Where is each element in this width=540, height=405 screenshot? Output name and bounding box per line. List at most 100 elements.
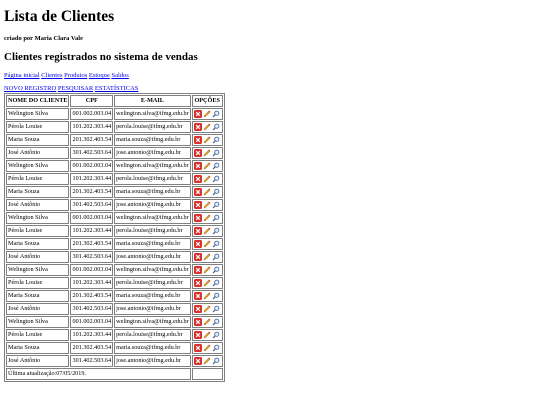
table-header-row: NOME DO CLIENTE CPF E-MAIL OPÇÕES xyxy=(6,95,223,107)
search-magnifier-icon[interactable] xyxy=(212,201,220,209)
cell-options xyxy=(191,238,223,250)
delete-icon[interactable] xyxy=(193,343,202,352)
cell-cpf: 101.202.303.44 xyxy=(70,225,114,237)
delete-icon[interactable] xyxy=(193,356,202,365)
search-magnifier-icon[interactable] xyxy=(212,149,220,157)
edit-pencil-icon[interactable] xyxy=(203,110,211,118)
edit-pencil-icon[interactable] xyxy=(203,175,211,183)
search-magnifier-icon[interactable] xyxy=(212,279,220,287)
edit-pencil-icon[interactable] xyxy=(203,344,211,352)
cell-options xyxy=(191,212,223,224)
search-magnifier-icon[interactable] xyxy=(212,266,220,274)
search-magnifier-icon[interactable] xyxy=(212,123,220,131)
cell-email: perola.louise@ifmg.edu.br xyxy=(114,225,191,237)
search-magnifier-icon[interactable] xyxy=(212,292,220,300)
delete-icon[interactable] xyxy=(193,148,202,157)
edit-pencil-icon[interactable] xyxy=(203,214,211,222)
delete-icon[interactable] xyxy=(193,213,202,222)
delete-icon[interactable] xyxy=(193,122,202,131)
nav-link-clients[interactable]: Clientes xyxy=(41,72,62,79)
cell-options xyxy=(191,108,223,120)
search-magnifier-icon[interactable] xyxy=(212,175,220,183)
clients-table: NOME DO CLIENTE CPF E-MAIL OPÇÕES Weling… xyxy=(4,93,225,382)
search-magnifier-icon[interactable] xyxy=(212,318,220,326)
cell-name: Pérola Louise xyxy=(6,277,70,289)
table-row: Maria Souza 201.302.403.54 maria.souza@ifm… xyxy=(6,238,223,250)
table-row: Welington Silva 001.002.003.04 welington.s… xyxy=(6,108,223,120)
cell-email: maria.souza@ifmg.edu.br xyxy=(114,238,191,250)
cell-name: Maria Souza xyxy=(6,290,70,302)
edit-pencil-icon[interactable] xyxy=(203,279,211,287)
search-magnifier-icon[interactable] xyxy=(212,344,220,352)
cell-cpf: 101.202.303.44 xyxy=(70,329,114,341)
cell-name: Pérola Louise xyxy=(6,329,70,341)
search-magnifier-icon[interactable] xyxy=(212,188,220,196)
header-cpf: CPF xyxy=(70,95,114,107)
edit-pencil-icon[interactable] xyxy=(203,253,211,261)
delete-icon[interactable] xyxy=(193,135,202,144)
edit-pencil-icon[interactable] xyxy=(203,123,211,131)
edit-pencil-icon[interactable] xyxy=(203,266,211,274)
cell-email: maria.souza@ifmg.edu.br xyxy=(114,186,191,198)
header-name: NOME DO CLIENTE xyxy=(6,95,70,107)
search-magnifier-icon[interactable] xyxy=(212,305,220,313)
edit-pencil-icon[interactable] xyxy=(203,240,211,248)
edit-pencil-icon[interactable] xyxy=(203,318,211,326)
search-magnifier-icon[interactable] xyxy=(212,357,220,365)
cell-cpf: 201.302.403.54 xyxy=(70,342,114,354)
delete-icon[interactable] xyxy=(193,265,202,274)
search-magnifier-icon[interactable] xyxy=(212,253,220,261)
cell-email: welington.silva@ifmg.edu.br xyxy=(114,108,191,120)
edit-pencil-icon[interactable] xyxy=(203,149,211,157)
delete-icon[interactable] xyxy=(193,200,202,209)
cell-name: Maria Souza xyxy=(6,134,70,146)
search-magnifier-icon[interactable] xyxy=(212,214,220,222)
table-row: José Antônio 301.402.503.64 jose.antonio@i… xyxy=(6,199,223,211)
nav-link-products[interactable]: Produtos xyxy=(64,72,87,79)
cell-email: maria.souza@ifmg.edu.br xyxy=(114,134,191,146)
search-link[interactable]: PESQUISAR xyxy=(58,85,93,92)
nav-link-balances[interactable]: Saldos xyxy=(111,72,128,79)
cell-options xyxy=(191,160,223,172)
nav-link-stock[interactable]: Estoque xyxy=(89,72,110,79)
cell-cpf: 201.302.403.54 xyxy=(70,186,114,198)
delete-icon[interactable] xyxy=(193,278,202,287)
cell-email: jose.antonio@ifmg.edu.br xyxy=(114,303,191,315)
edit-pencil-icon[interactable] xyxy=(203,292,211,300)
edit-pencil-icon[interactable] xyxy=(203,136,211,144)
cell-email: welington.silva@ifmg.edu.br xyxy=(114,264,191,276)
cell-name: Pérola Louise xyxy=(6,225,70,237)
delete-icon[interactable] xyxy=(193,317,202,326)
edit-pencil-icon[interactable] xyxy=(203,162,211,170)
search-magnifier-icon[interactable] xyxy=(212,331,220,339)
search-magnifier-icon[interactable] xyxy=(212,162,220,170)
search-magnifier-icon[interactable] xyxy=(212,110,220,118)
delete-icon[interactable] xyxy=(193,187,202,196)
nav-link-home[interactable]: Página inicial xyxy=(4,72,40,79)
edit-pencil-icon[interactable] xyxy=(203,227,211,235)
edit-pencil-icon[interactable] xyxy=(203,331,211,339)
edit-pencil-icon[interactable] xyxy=(203,188,211,196)
delete-icon[interactable] xyxy=(193,174,202,183)
delete-icon[interactable] xyxy=(193,330,202,339)
edit-pencil-icon[interactable] xyxy=(203,305,211,313)
cell-email: perola.louise@ifmg.edu.br xyxy=(114,173,191,185)
search-magnifier-icon[interactable] xyxy=(212,240,220,248)
edit-pencil-icon[interactable] xyxy=(203,357,211,365)
cell-cpf: 201.302.403.54 xyxy=(70,238,114,250)
search-magnifier-icon[interactable] xyxy=(212,136,220,144)
cell-options xyxy=(191,147,223,159)
delete-icon[interactable] xyxy=(193,252,202,261)
delete-icon[interactable] xyxy=(193,239,202,248)
statistics-link[interactable]: ESTATÍSTICAS xyxy=(95,85,139,92)
delete-icon[interactable] xyxy=(193,226,202,235)
delete-icon[interactable] xyxy=(193,304,202,313)
search-magnifier-icon[interactable] xyxy=(212,227,220,235)
delete-icon[interactable] xyxy=(193,161,202,170)
cell-cpf: 001.002.003.04 xyxy=(70,316,114,328)
delete-icon[interactable] xyxy=(193,109,202,118)
delete-icon[interactable] xyxy=(193,291,202,300)
cell-email: jose.antonio@ifmg.edu.br xyxy=(114,251,191,263)
edit-pencil-icon[interactable] xyxy=(203,201,211,209)
new-record-link[interactable]: NOVO REGISTRO xyxy=(4,85,56,92)
